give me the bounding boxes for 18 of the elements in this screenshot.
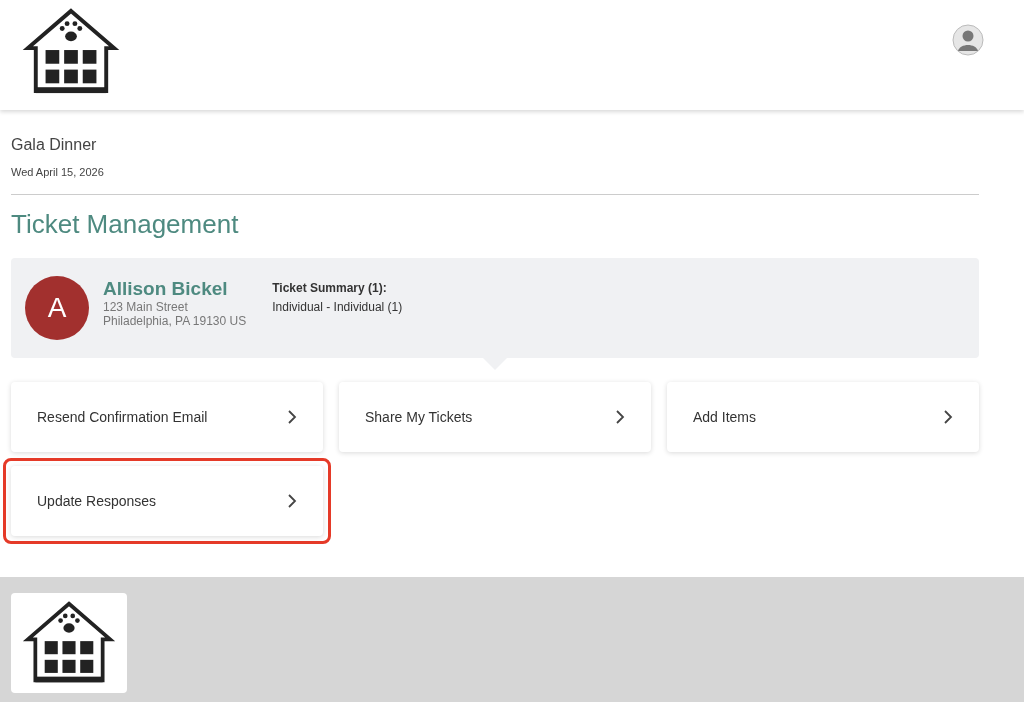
action-button[interactable]: Resend Confirmation Email (11, 382, 323, 452)
action-button[interactable]: Share My Tickets (339, 382, 651, 452)
page-title: Ticket Management (11, 209, 240, 240)
chevron-right-icon (287, 493, 297, 509)
chevron-right-icon (287, 409, 297, 425)
ticket-summary-line: Individual - Individual (1) (272, 299, 403, 314)
address-line: 123 Main Street (103, 300, 189, 314)
action-button[interactable]: Add Items (667, 382, 979, 452)
event-name: Gala Dinner (11, 136, 98, 154)
ticket-summary-heading: Ticket Summary (1): (272, 280, 388, 295)
chevron-right-icon (943, 409, 953, 425)
initial-avatar: A (25, 276, 89, 340)
chevron-right-icon (615, 409, 625, 425)
event-date: Wed April 15, 2026 (11, 166, 105, 178)
attendee-name: Allison Bickel (103, 278, 229, 300)
address-line: Philadelphia, PA 19130 US (103, 314, 247, 328)
action-button[interactable]: Update Responses (11, 466, 323, 536)
user-avatar-icon[interactable] (952, 24, 984, 56)
